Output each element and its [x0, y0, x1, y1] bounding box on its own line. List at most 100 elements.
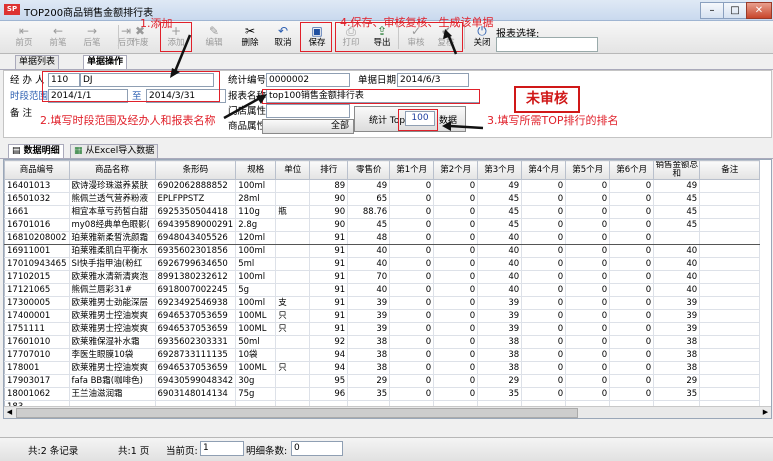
table-cell[interactable]: [275, 374, 311, 388]
table-cell[interactable]: 欧莱雅水清新清爽泡: [68, 270, 156, 284]
table-cell[interactable]: 6925350504418: [154, 205, 237, 219]
table-cell[interactable]: 10袋: [235, 348, 277, 362]
table-cell[interactable]: 69430599048342: [154, 374, 237, 388]
table-cell[interactable]: 0: [565, 335, 611, 349]
table-cell[interactable]: 6935602301856: [154, 244, 237, 258]
table-cell[interactable]: [699, 192, 761, 206]
table-cell[interactable]: [699, 296, 761, 310]
table-cell[interactable]: 91: [309, 244, 349, 258]
table-cell[interactable]: 0: [521, 348, 567, 362]
table-cell[interactable]: 8991380232612: [154, 270, 237, 284]
scroll-right-button[interactable]: ▶: [760, 407, 771, 418]
table-cell[interactable]: 0: [521, 257, 567, 271]
table-cell[interactable]: 0: [433, 283, 479, 297]
table-cell[interactable]: 0: [521, 192, 567, 206]
table-cell[interactable]: 0: [565, 322, 611, 336]
table-cell[interactable]: 17300005: [4, 296, 70, 310]
table-cell[interactable]: 0: [389, 361, 435, 375]
table-cell[interactable]: 1661: [4, 205, 70, 219]
table-cell[interactable]: 0: [521, 322, 567, 336]
table-cell[interactable]: 40: [653, 283, 701, 297]
table-cell[interactable]: 0: [609, 374, 655, 388]
table-cell[interactable]: 0: [609, 218, 655, 232]
table-cell[interactable]: 欧莱雅男士控油炭爽: [68, 309, 156, 323]
table-cell[interactable]: 0: [609, 335, 655, 349]
table-cell[interactable]: [275, 231, 311, 245]
table-cell[interactable]: 0: [389, 387, 435, 401]
table-cell[interactable]: 0: [565, 244, 611, 258]
table-cell[interactable]: 0: [565, 179, 611, 193]
table-cell[interactable]: 90: [309, 205, 349, 219]
table-cell[interactable]: 只: [275, 309, 311, 323]
table-cell[interactable]: 110g: [235, 205, 277, 219]
table-cell[interactable]: [275, 348, 311, 362]
table-cell[interactable]: 17601010: [4, 335, 70, 349]
table-cell[interactable]: 0: [565, 296, 611, 310]
table-cell[interactable]: 29: [347, 374, 391, 388]
table-row[interactable]: 16701016 my08经典单色眼影(69439589000291 2.8g 90 4…: [4, 218, 761, 232]
table-cell[interactable]: 0: [609, 283, 655, 297]
table-cell[interactable]: 0: [433, 374, 479, 388]
table-cell[interactable]: 92: [309, 335, 349, 349]
table-cell[interactable]: 6928733111135: [154, 348, 237, 362]
prev-record-button[interactable]: ← 前笔: [40, 23, 76, 51]
table-cell[interactable]: 6935602303331: [154, 335, 237, 349]
table-cell[interactable]: 0: [609, 205, 655, 219]
table-row[interactable]: 17903017 fafa BB霜(咖啡色) 69430599048342 30g 95…: [4, 374, 761, 388]
table-cell[interactable]: [699, 322, 761, 336]
table-cell[interactable]: 相宜本草亏药皙白甜: [68, 205, 156, 219]
table-cell[interactable]: 17010943465: [4, 257, 70, 271]
column-header[interactable]: 第2个月: [433, 160, 479, 180]
table-cell[interactable]: 0: [609, 348, 655, 362]
table-cell[interactable]: 16911001: [4, 244, 70, 258]
table-cell[interactable]: 0: [389, 257, 435, 271]
table-cell[interactable]: 李医生眼膜10袋: [68, 348, 156, 362]
table-cell[interactable]: 0: [565, 309, 611, 323]
table-cell[interactable]: 0: [433, 205, 479, 219]
table-cell[interactable]: 38: [653, 335, 701, 349]
table-cell[interactable]: 0: [609, 309, 655, 323]
table-cell[interactable]: 91: [309, 309, 349, 323]
column-header[interactable]: 备注: [699, 160, 761, 180]
table-row[interactable]: 17102015 欧莱雅水清新清爽泡 8991380232612 100ml 91 70 0…: [4, 270, 761, 284]
table-cell[interactable]: 5ml: [235, 257, 277, 271]
horizontal-scrollbar[interactable]: ◀ ▶: [4, 406, 771, 418]
table-cell[interactable]: 39: [347, 296, 391, 310]
table-cell[interactable]: 支: [275, 296, 311, 310]
table-cell[interactable]: 45: [477, 205, 523, 219]
table-cell[interactable]: 50ml: [235, 335, 277, 349]
table-cell[interactable]: 0: [565, 231, 611, 245]
table-cell[interactable]: 0: [389, 374, 435, 388]
table-cell[interactable]: 17707010: [4, 348, 70, 362]
table-cell[interactable]: 0: [433, 322, 479, 336]
table-cell[interactable]: 0: [609, 361, 655, 375]
table-cell[interactable]: 欧莱雅男士劲能深层: [68, 296, 156, 310]
table-cell[interactable]: 91: [309, 231, 349, 245]
table-cell[interactable]: 49: [347, 179, 391, 193]
table-cell[interactable]: 0: [433, 387, 479, 401]
table-cell[interactable]: 38: [477, 335, 523, 349]
table-cell[interactable]: 39: [347, 322, 391, 336]
table-cell[interactable]: 0: [565, 374, 611, 388]
table-cell[interactable]: 38: [477, 361, 523, 375]
table-row[interactable]: 178001 欧莱雅男士控油炭爽 6946537053659 100ML 只 94 38 0 0…: [4, 361, 761, 375]
table-cell[interactable]: 17121065: [4, 283, 70, 297]
table-cell[interactable]: 6946537053659: [154, 309, 237, 323]
table-cell[interactable]: 0: [389, 322, 435, 336]
table-cell[interactable]: 0: [433, 192, 479, 206]
table-cell[interactable]: 100ml: [235, 270, 277, 284]
table-cell[interactable]: 熊佩兰透气营养粉液: [68, 192, 156, 206]
table-cell[interactable]: 120ml: [235, 231, 277, 245]
table-cell[interactable]: 0: [433, 361, 479, 375]
all-button[interactable]: 全部: [262, 119, 354, 134]
table-cell[interactable]: 40: [347, 283, 391, 297]
table-cell[interactable]: 38: [347, 335, 391, 349]
table-cell[interactable]: 30g: [235, 374, 277, 388]
table-cell[interactable]: 35: [347, 387, 391, 401]
table-cell[interactable]: 0: [433, 348, 479, 362]
table-row[interactable]: 1661 相宜本草亏药皙白甜 6925350504418 110g 瓶 90 88.76 0 0…: [4, 205, 761, 219]
store-attr-input[interactable]: [266, 104, 350, 118]
table-cell[interactable]: 0: [521, 387, 567, 401]
minimize-button[interactable]: –: [700, 2, 724, 19]
table-row[interactable]: 16911001 珀莱雅柔肌白平衡水 6935602301856 100ml 91 40 0…: [4, 244, 761, 258]
